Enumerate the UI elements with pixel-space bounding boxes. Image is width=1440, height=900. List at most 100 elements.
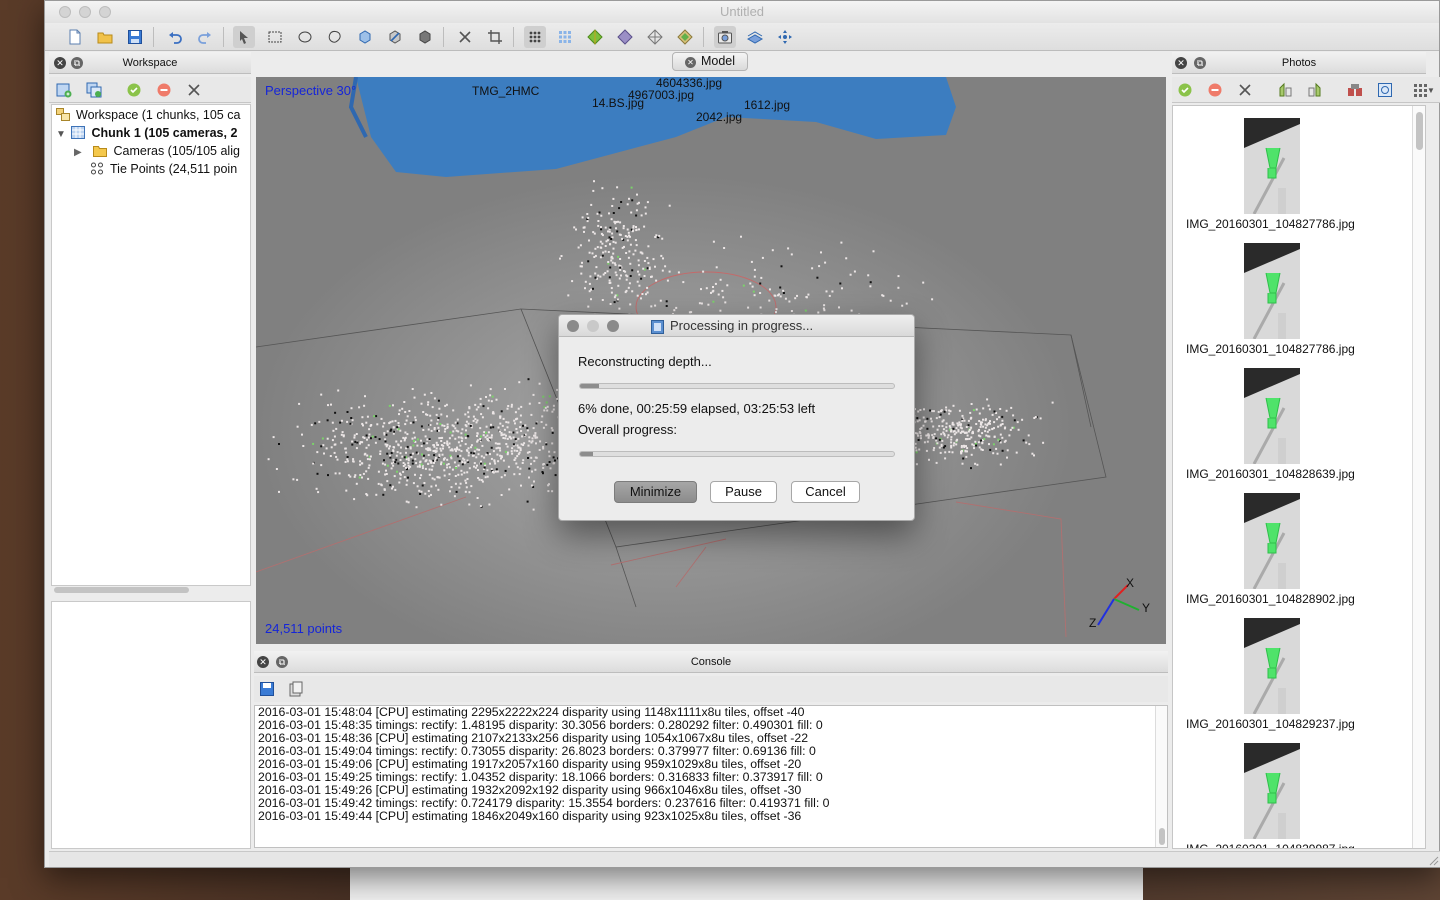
pause-button[interactable]: Pause bbox=[710, 481, 777, 503]
tie-point bbox=[365, 446, 368, 449]
minimize-button[interactable]: Minimize bbox=[614, 481, 697, 503]
close-panel-icon[interactable]: ✕ bbox=[54, 57, 66, 69]
tie-point bbox=[470, 444, 473, 447]
scroll-thumb[interactable] bbox=[1416, 112, 1423, 150]
photo-thumbnail[interactable] bbox=[1244, 618, 1300, 714]
resize-grip-icon[interactable] bbox=[1427, 854, 1439, 866]
photo-thumbnail[interactable] bbox=[1244, 368, 1300, 464]
tree-item-tie-points[interactable]: Tie Points (24,511 poin bbox=[90, 160, 250, 178]
close-panel-icon[interactable]: ✕ bbox=[1175, 57, 1187, 69]
crop-icon[interactable] bbox=[484, 26, 506, 48]
remove-item-icon[interactable] bbox=[185, 81, 203, 99]
enable-camera-icon[interactable] bbox=[1176, 81, 1194, 99]
photo-item[interactable]: IMG_20160301_104829987.jpg bbox=[1173, 743, 1413, 848]
add-chunk-icon[interactable] bbox=[55, 81, 73, 99]
tie-point bbox=[316, 472, 319, 475]
console-vscrollbar[interactable] bbox=[1155, 706, 1167, 847]
dialog-close-button[interactable] bbox=[567, 320, 579, 332]
tie-point bbox=[326, 437, 329, 440]
wireframe-model-icon[interactable] bbox=[644, 26, 666, 48]
add-photos-icon[interactable] bbox=[85, 81, 103, 99]
scroll-thumb[interactable] bbox=[1159, 828, 1165, 845]
show-cameras-icon[interactable] bbox=[714, 26, 736, 48]
tie-point bbox=[541, 471, 544, 473]
photos-list[interactable]: IMG_20160301_104827786.jpg IMG_20160301_1… bbox=[1172, 105, 1426, 849]
rectangle-selection-icon[interactable] bbox=[264, 26, 286, 48]
save-icon[interactable] bbox=[124, 26, 146, 48]
circle-selection-icon[interactable] bbox=[294, 26, 316, 48]
float-panel-icon[interactable]: ⧉ bbox=[1194, 57, 1206, 69]
save-log-icon[interactable] bbox=[258, 680, 276, 698]
textured-model-icon[interactable] bbox=[674, 26, 696, 48]
tie-point bbox=[407, 457, 410, 460]
scroll-thumb[interactable] bbox=[54, 587, 189, 593]
photo-thumbnail[interactable] bbox=[1244, 493, 1300, 589]
redo-icon[interactable] bbox=[194, 26, 216, 48]
zoom-window-button[interactable] bbox=[99, 6, 111, 18]
photo-thumbnail[interactable] bbox=[1244, 743, 1300, 839]
delete-icon[interactable] bbox=[454, 26, 476, 48]
view-mode-dropdown-icon[interactable]: ▼ bbox=[1426, 81, 1436, 99]
point-cloud-icon[interactable] bbox=[524, 26, 546, 48]
photo-item[interactable]: IMG_20160301_104828639.jpg bbox=[1173, 368, 1413, 488]
disable-camera-icon[interactable] bbox=[155, 81, 173, 99]
toolbar-separator bbox=[443, 27, 444, 47]
float-panel-icon[interactable]: ⧉ bbox=[276, 656, 288, 668]
tie-point bbox=[391, 420, 394, 423]
close-panel-icon[interactable]: ✕ bbox=[257, 656, 269, 668]
tree-item-cameras[interactable]: ▶ Cameras (105/105 alig bbox=[74, 142, 250, 160]
tie-point bbox=[354, 440, 357, 443]
clear-log-icon[interactable] bbox=[287, 680, 305, 698]
cancel-button[interactable]: Cancel bbox=[791, 481, 860, 503]
rotate-right-icon[interactable] bbox=[1306, 81, 1324, 99]
mask-tool-icon[interactable] bbox=[1346, 81, 1364, 99]
console-log[interactable]: 2016-03-01 15:48:04 [CPU] estimating 229… bbox=[254, 705, 1168, 848]
resize-region-icon[interactable] bbox=[354, 26, 376, 48]
enable-camera-icon[interactable] bbox=[125, 81, 143, 99]
select-arrow-icon[interactable] bbox=[233, 26, 255, 48]
remove-photo-icon[interactable] bbox=[1236, 81, 1254, 99]
shaded-model-icon[interactable] bbox=[584, 26, 606, 48]
minimize-window-button[interactable] bbox=[79, 6, 91, 18]
rotate-object-icon[interactable] bbox=[414, 26, 436, 48]
float-panel-icon[interactable]: ⧉ bbox=[71, 57, 83, 69]
tie-point bbox=[626, 228, 629, 231]
tree-item-chunk[interactable]: ▼ Chunk 1 (105 cameras, 2 bbox=[56, 124, 250, 142]
new-document-icon[interactable] bbox=[64, 26, 86, 48]
dense-cloud-icon[interactable] bbox=[554, 26, 576, 48]
photo-thumbnail[interactable] bbox=[1244, 118, 1300, 214]
collapsed-arrow-icon[interactable]: ▶ bbox=[74, 144, 90, 160]
camera-calibration-icon[interactable] bbox=[1376, 81, 1394, 99]
tie-point bbox=[365, 421, 368, 424]
navigation-icon[interactable] bbox=[774, 26, 796, 48]
expanded-arrow-icon[interactable]: ▼ bbox=[56, 126, 68, 142]
close-window-button[interactable] bbox=[59, 6, 71, 18]
solid-model-icon[interactable] bbox=[614, 26, 636, 48]
photo-thumbnail[interactable] bbox=[1244, 243, 1300, 339]
photo-item[interactable]: IMG_20160301_104829237.jpg bbox=[1173, 618, 1413, 738]
dialog-minimize-button[interactable] bbox=[587, 320, 599, 332]
tie-point bbox=[581, 216, 584, 219]
tie-point bbox=[487, 431, 490, 434]
rotate-left-icon[interactable] bbox=[1276, 81, 1294, 99]
disable-camera-icon[interactable] bbox=[1206, 81, 1224, 99]
rotate-region-icon[interactable] bbox=[384, 26, 406, 48]
dialog-zoom-button[interactable] bbox=[607, 320, 619, 332]
tie-point bbox=[604, 226, 607, 229]
open-folder-icon[interactable] bbox=[94, 26, 116, 48]
tab-model[interactable]: ✕ Model bbox=[672, 52, 748, 71]
photo-item[interactable]: IMG_20160301_104827786.jpg bbox=[1173, 243, 1413, 363]
photo-item[interactable]: IMG_20160301_104828902.jpg bbox=[1173, 493, 1413, 613]
tree-item-workspace[interactable]: Workspace (1 chunks, 105 ca bbox=[56, 106, 250, 124]
undo-icon[interactable] bbox=[164, 26, 186, 48]
photos-vscrollbar[interactable] bbox=[1412, 106, 1425, 848]
tie-point bbox=[974, 462, 977, 465]
free-form-selection-icon[interactable] bbox=[324, 26, 346, 48]
photos-panel-header: ✕ ⧉ Photos bbox=[1172, 52, 1426, 74]
workspace-hscrollbar[interactable] bbox=[52, 585, 250, 597]
show-region-icon[interactable] bbox=[744, 26, 766, 48]
close-tab-icon[interactable]: ✕ bbox=[684, 57, 696, 68]
tie-point bbox=[665, 300, 668, 303]
photo-item[interactable]: IMG_20160301_104827786.jpg bbox=[1173, 118, 1413, 238]
tie-point bbox=[722, 296, 725, 299]
